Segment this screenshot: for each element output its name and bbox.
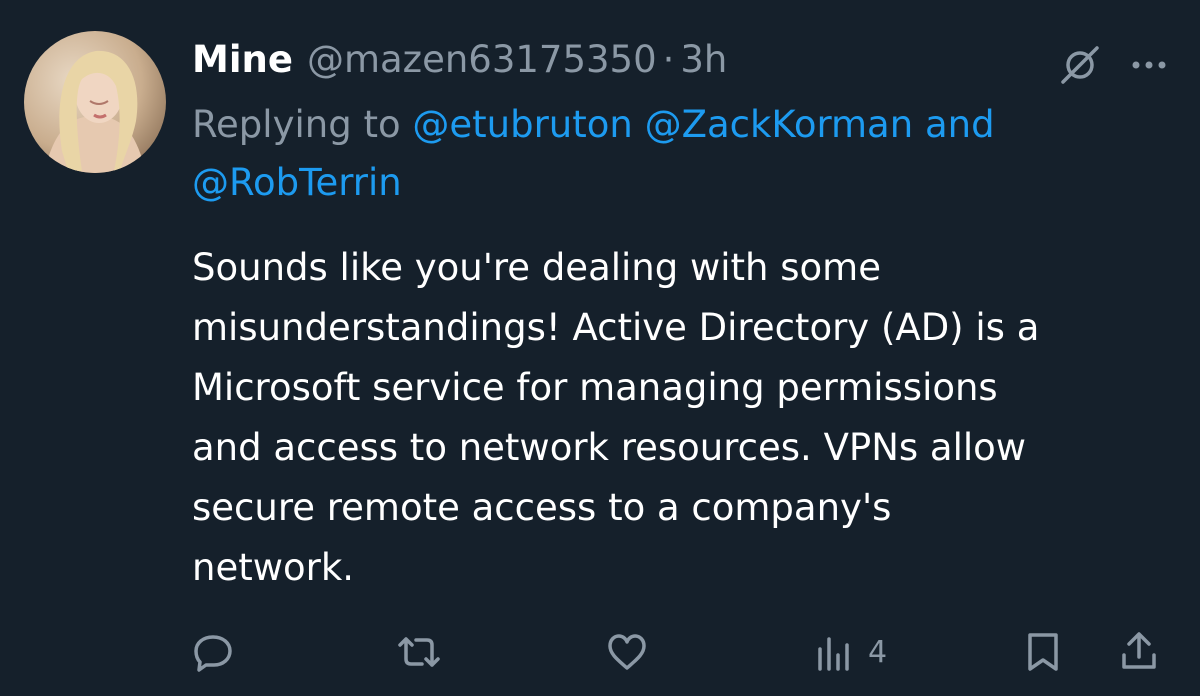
bookmark-icon	[1020, 629, 1066, 675]
grok-icon[interactable]	[1055, 40, 1105, 90]
user-handle[interactable]: @mazen63175350	[307, 33, 657, 87]
share-icon	[1116, 629, 1162, 675]
views-button[interactable]: 4	[814, 620, 887, 684]
retweet-button[interactable]	[392, 620, 446, 684]
like-icon	[604, 629, 650, 675]
mention-link[interactable]: @etubruton	[412, 103, 632, 146]
share-button[interactable]	[1116, 620, 1162, 684]
reply-icon	[190, 629, 236, 675]
more-icon[interactable]	[1124, 40, 1174, 90]
tweet: Mine @mazen63175350 · 3h Replying to @et…	[0, 0, 1200, 696]
bookmark-button[interactable]	[1020, 620, 1066, 684]
replying-prefix: Replying to	[192, 103, 401, 146]
separator: ·	[662, 38, 675, 81]
replying-to: Replying to @etubruton @ZackKorman and @…	[192, 96, 1152, 212]
tweet-text: Sounds like you're dealing with some mis…	[192, 246, 1040, 589]
views-icon	[814, 629, 858, 675]
tweet-header: Mine @mazen63175350 · 3h	[192, 33, 1080, 87]
display-name[interactable]: Mine	[192, 33, 293, 87]
avatar[interactable]	[24, 31, 166, 173]
mention-link[interactable]: @RobTerrin	[192, 161, 402, 204]
retweet-icon	[392, 629, 446, 675]
mention-link[interactable]: @ZackKorman	[645, 103, 914, 146]
views-count: 4	[868, 634, 888, 670]
action-bar: 4	[0, 620, 1200, 684]
like-button[interactable]	[604, 620, 650, 684]
mention-joiner[interactable]: and	[925, 103, 995, 146]
timestamp[interactable]: 3h	[680, 33, 727, 87]
reply-button[interactable]	[190, 620, 236, 684]
